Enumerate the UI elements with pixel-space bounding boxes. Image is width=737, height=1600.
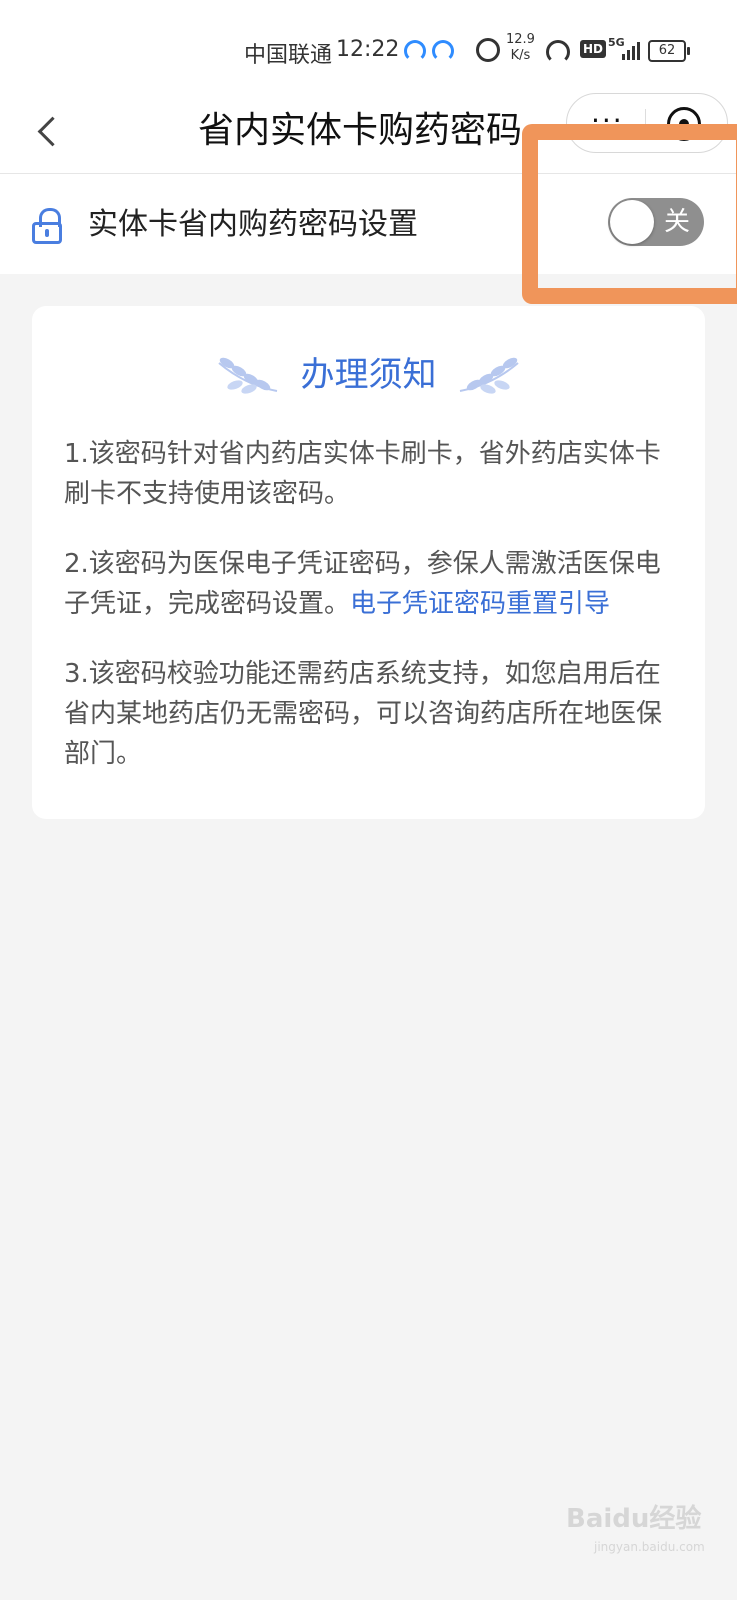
setting-label: 实体卡省内购药密码设置	[88, 207, 418, 242]
reset-guide-link[interactable]: 电子凭证密码重置引导	[350, 589, 610, 619]
highlight-box	[522, 124, 737, 304]
notification-icon	[404, 40, 426, 62]
back-icon[interactable]	[30, 107, 74, 157]
notice-header: 办理须知	[32, 350, 705, 400]
signal-icon	[622, 40, 644, 60]
notice-item-3: 3.该密码校验功能还需药店系统支持，如您启用后在省内某地药店仍无需密码，可以咨询…	[64, 659, 663, 769]
notification-icon	[432, 40, 454, 62]
carrier-name: 中国联通	[244, 43, 333, 68]
net-speed-unit: K/s	[510, 48, 531, 63]
notice-title: 办理须知	[300, 355, 437, 395]
net-speed-value: 12.9	[506, 32, 535, 47]
battery-icon: 62	[648, 40, 690, 62]
laurel-left-icon	[218, 357, 278, 394]
notice-item-1: 1.该密码针对省内药店实体卡刷卡，省外药店实体卡刷卡不支持使用该密码。	[64, 439, 661, 509]
net-speed: 12.9 K/s	[506, 32, 535, 64]
notice-item-2: 2.该密码为医保电子凭证密码，参保人需激活医保电子凭证，完成密码设置。电子凭证密…	[64, 544, 674, 624]
page-title: 省内实体卡购药密码	[197, 110, 522, 151]
hotspot-icon	[546, 40, 570, 64]
laurel-right-icon	[459, 357, 519, 394]
alarm-icon	[476, 38, 500, 62]
hd-badge: HD	[580, 40, 607, 58]
status-bar: 中国联通 12:22 12.9 K/s HD 5G 62	[0, 0, 737, 95]
clock-time: 12:22	[336, 37, 400, 62]
watermark-url: jingyan.baidu.com	[594, 1540, 705, 1554]
notice-card: 办理须知 1.该密码针对省内药店实体卡刷卡，省外药店实体卡刷卡不支持使用该密码。…	[32, 306, 705, 819]
watermark: Baidu经验	[566, 1504, 702, 1534]
lock-icon	[32, 208, 66, 244]
